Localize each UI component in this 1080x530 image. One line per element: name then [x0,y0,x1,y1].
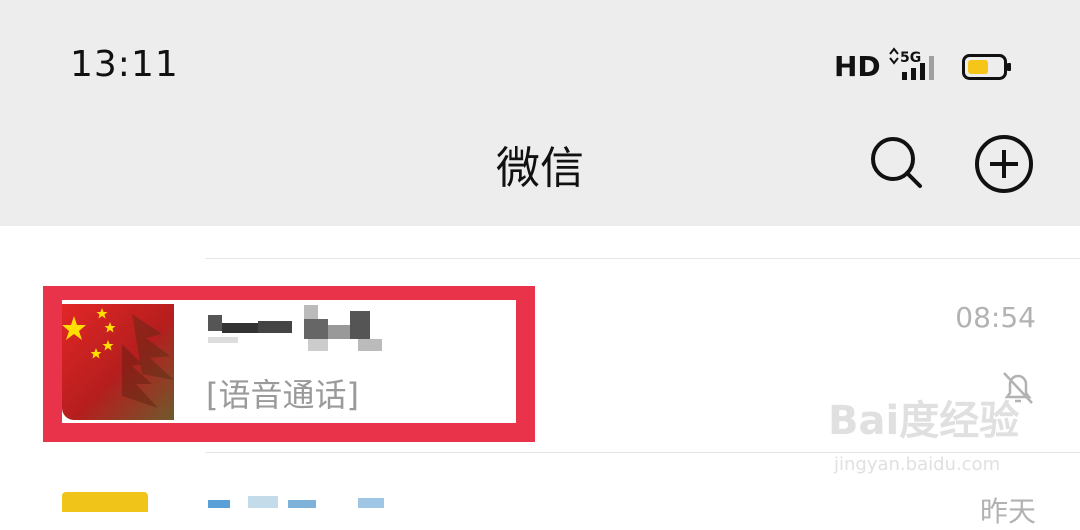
contact-name-blurred [208,305,382,351]
battery-icon [962,54,1011,80]
watermark-logo: Bai度经验 [828,398,1020,444]
chat-time: 08:54 [955,301,1036,334]
flag-avatar-image [62,304,174,420]
watermark: Bai度经验 jingyan.baidu.com [828,388,1028,478]
avatar [62,304,174,420]
plus-circle-icon[interactable] [972,132,1036,196]
status-time: 13:11 [70,44,179,85]
contact-name-blurred [208,496,384,508]
network-label: 5G [900,50,921,66]
chat-time: 昨天 [979,495,1036,528]
hd-indicator: HD [834,50,881,83]
search-icon[interactable] [866,132,926,192]
top-bar: 13:11 HD 5G 微信 [0,0,1080,226]
chat-preview-text: [语音通话] [206,376,359,414]
watermark-url: jingyan.baidu.com [834,454,1001,475]
signal-5g-icon: 5G [889,47,934,80]
avatar [62,492,148,512]
